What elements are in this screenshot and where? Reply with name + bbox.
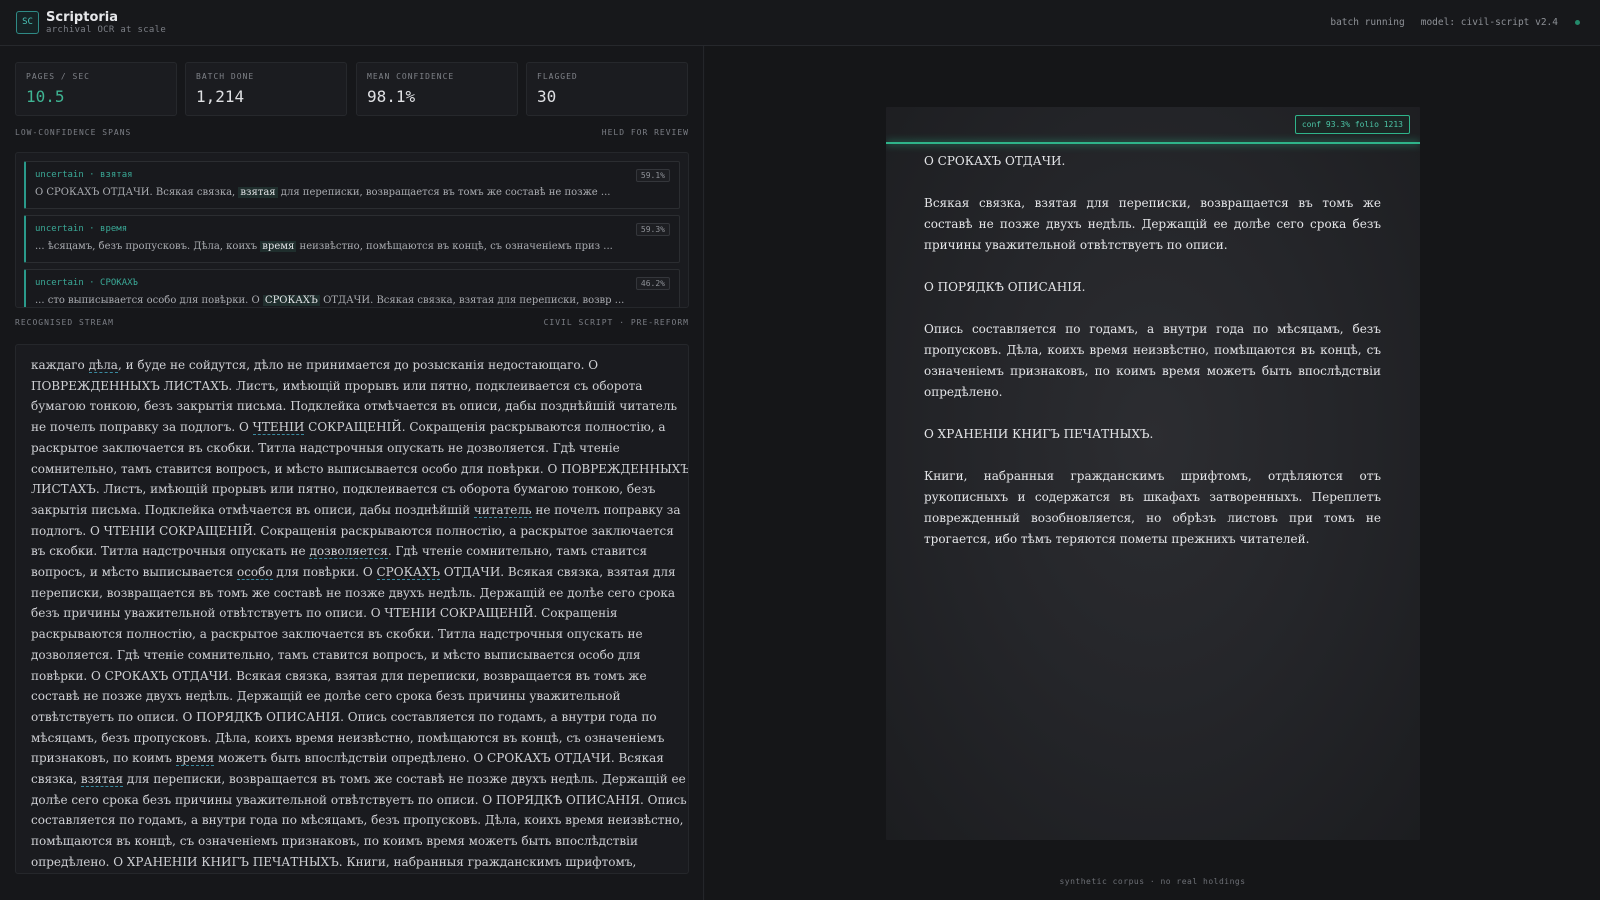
top-status-area: batch running model: civil-script v2.4 <box>1330 17 1580 28</box>
stat-label: MEAN CONFIDENCE <box>367 72 455 81</box>
stat-value: 30 <box>537 87 557 106</box>
span-highlighted-word: время <box>260 241 297 252</box>
recognised-stream-panel[interactable]: каждаго дѣла, и буде не сойдутся, дѣло н… <box>15 344 689 874</box>
stat-label: BATCH DONE <box>196 72 255 81</box>
span-context-after: неизвѣстно, помѣщаются въ концѣ, съ озна… <box>296 241 613 252</box>
review-section-header: LOW-CONFIDENCE SPANS HELD FOR REVIEW <box>15 128 689 140</box>
document-viewer: conf 93.3% folio 1213 О СРОКАХЪ ОТДАЧИ. В… <box>705 46 1600 900</box>
stream-segment: для повѣрки. О <box>272 565 377 580</box>
span-context-before: О СРОКАХЪ ОТДАЧИ. Всякая связка, <box>35 187 239 198</box>
span-context: ... сто выписывается особо для повѣрки. … <box>35 295 665 306</box>
app-logo: SC <box>16 11 39 34</box>
stat-value: 1,214 <box>196 87 245 106</box>
top-bar: SC Scriptoria archival OCR at scale batc… <box>0 0 1600 46</box>
low-confidence-span-card[interactable]: uncertain · время 59.3% ... ѣсяцамъ, без… <box>24 215 680 263</box>
span-highlighted-word: СРОКАХЪ <box>262 295 320 306</box>
uncertain-word[interactable]: особо <box>236 565 273 581</box>
stream-segment: ОТДАЧИ. Всякая связка, взятая для перепи… <box>31 565 676 766</box>
model-label: model: civil-script v2.4 <box>1420 17 1558 28</box>
uncertain-word[interactable]: дѣла <box>88 358 118 373</box>
document-text: О СРОКАХЪ ОТДАЧИ. Всякая связка, взятая д… <box>924 151 1381 571</box>
stream-segment: каждаго <box>31 358 89 372</box>
app-name: Scriptoria <box>46 10 119 25</box>
stat-value: 10.5 <box>26 87 65 106</box>
stream-section-title: RECOGNISED STREAM <box>15 318 114 327</box>
confidence-badge: 46.2% <box>635 277 670 290</box>
footer-note: synthetic corpus · no real holdings <box>1059 877 1246 886</box>
stream-section-script: CIVIL SCRIPT · PRE-REFORM <box>543 318 689 327</box>
uncertain-word[interactable]: ЧТЕНІИ <box>252 420 305 436</box>
stream-segment: для переписки, возвращается въ томъ же с… <box>31 772 687 869</box>
document-heading: О СРОКАХЪ ОТДАЧИ. <box>924 154 1066 168</box>
uncertain-word[interactable]: дозволяется <box>309 544 388 560</box>
span-context-before: ... ѣсяцамъ, безъ пропусковъ. Дѣла, коих… <box>35 241 261 252</box>
span-tag: uncertain · СРОКАХЪ <box>35 278 138 288</box>
document-paragraph: Опись составляется по годамъ, а внутри г… <box>924 322 1381 399</box>
app-tagline: archival OCR at scale <box>46 25 167 35</box>
document-page-scan[interactable]: conf 93.3% folio 1213 О СРОКАХЪ ОТДАЧИ. В… <box>886 107 1420 840</box>
left-panel: PAGES / SEC 10.5 BATCH DONE 1,214 MEAN C… <box>0 46 704 900</box>
batch-status: batch running <box>1330 17 1405 28</box>
span-context-after: для переписки, возвращается въ томъ же с… <box>277 187 611 198</box>
span-context: ... ѣсяцамъ, безъ пропусковъ. Дѣла, коих… <box>35 241 665 252</box>
document-heading: О ХРАНЕНІИ КНИГЪ ПЕЧАТНЫХЪ. <box>924 427 1154 441</box>
stream-section-header: RECOGNISED STREAM CIVIL SCRIPT · PRE-REF… <box>15 318 689 330</box>
review-section-status: HELD FOR REVIEW <box>601 128 689 137</box>
stat-card-mean-confidence: MEAN CONFIDENCE 98.1% <box>356 62 518 116</box>
stat-card-flagged: FLAGGED 30 <box>526 62 688 116</box>
confidence-badge: 59.3% <box>635 223 670 236</box>
stat-label: FLAGGED <box>537 72 578 81</box>
low-confidence-span-card[interactable]: uncertain · взятая 59.1% О СРОКАХЪ ОТДАЧ… <box>24 161 680 209</box>
review-section-title: LOW-CONFIDENCE SPANS <box>15 128 132 137</box>
span-context: О СРОКАХЪ ОТДАЧИ. Всякая связка, взятая … <box>35 187 665 198</box>
scan-line <box>886 142 1420 144</box>
span-context-after: ОТДАЧИ. Всякая связка, взятая для перепи… <box>319 295 625 306</box>
document-paragraph: Книги, набранныя гражданскимъ шрифтомъ, … <box>924 469 1381 546</box>
recognised-stream-text: каждаго дѣла, и буде не сойдутся, дѣло н… <box>31 355 688 873</box>
span-context-before: ... сто выписывается особо для повѣрки. … <box>35 295 263 306</box>
low-confidence-span-card[interactable]: uncertain · СРОКАХЪ 46.2% ... сто выписы… <box>24 269 680 307</box>
status-indicator-icon <box>1575 20 1580 25</box>
span-tag: uncertain · время <box>35 224 128 234</box>
low-confidence-list[interactable]: uncertain · взятая 59.1% О СРОКАХЪ ОТДАЧ… <box>15 152 689 308</box>
folio-confidence-badge: conf 93.3% folio 1213 <box>1294 115 1410 134</box>
stat-card-batch-done: BATCH DONE 1,214 <box>185 62 347 116</box>
confidence-badge: 59.1% <box>635 169 670 182</box>
stat-value: 98.1% <box>367 87 416 106</box>
stat-label: PAGES / SEC <box>26 72 90 81</box>
uncertain-word[interactable]: читатель <box>473 502 532 518</box>
span-highlighted-word: взятая <box>238 187 278 198</box>
document-heading: О ПОРЯДКѢ ОПИСАНІЯ. <box>924 280 1086 294</box>
uncertain-word[interactable]: взятая <box>80 772 124 788</box>
span-tag: uncertain · взятая <box>35 170 133 180</box>
stat-card-pages-per-sec: PAGES / SEC 10.5 <box>15 62 177 116</box>
uncertain-word[interactable]: время <box>175 751 215 767</box>
uncertain-word[interactable]: СРОКАХЪ <box>376 565 441 581</box>
document-paragraph: Всякая связка, взятая для переписки, воз… <box>924 196 1381 252</box>
